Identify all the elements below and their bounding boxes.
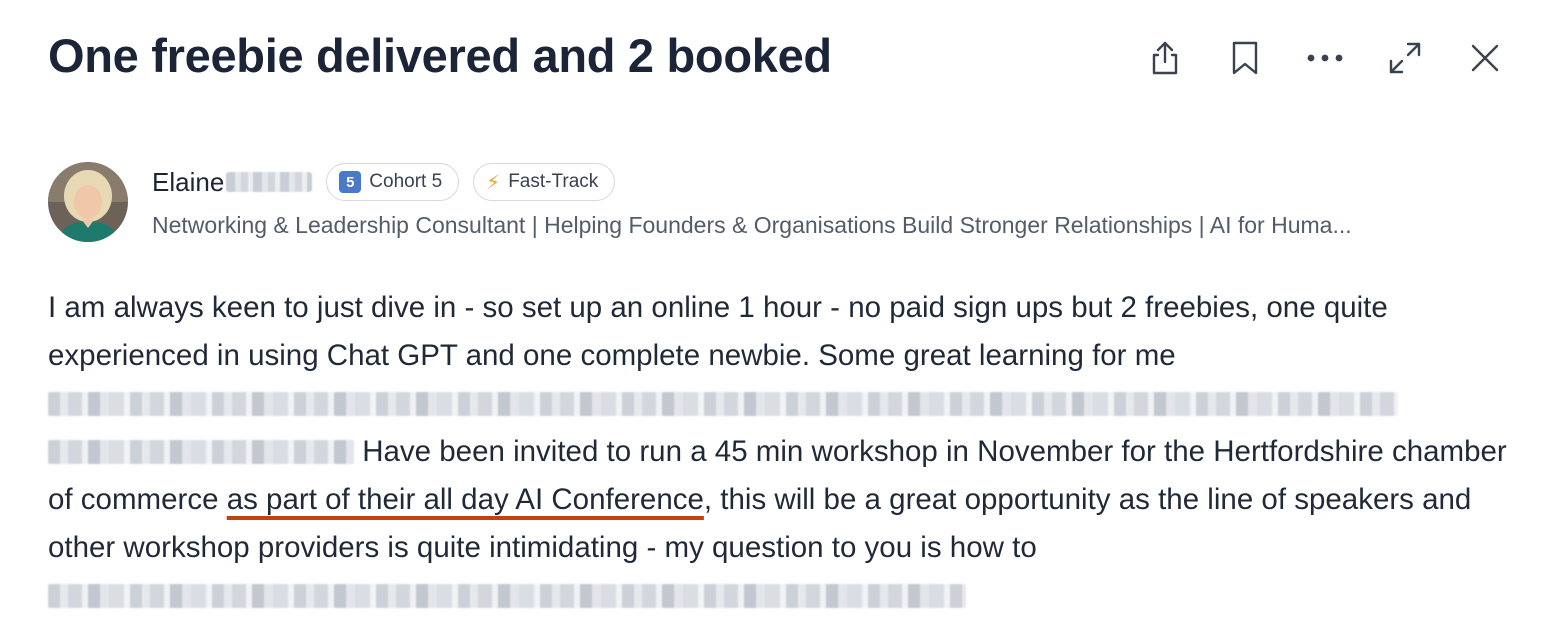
more-button[interactable] (1304, 36, 1346, 80)
fast-track-badge[interactable]: ⚡ Fast-Track (473, 163, 616, 201)
cohort-badge[interactable]: 5 Cohort 5 (326, 163, 460, 201)
lightning-icon: ⚡ (486, 171, 501, 194)
more-icon (1307, 54, 1343, 62)
cohort-label: Cohort 5 (369, 171, 443, 192)
author-line: Elaine 5 Cohort 5 ⚡ Fast-Track (152, 162, 616, 202)
redacted-surname (226, 172, 313, 192)
cohort-number: 5 (339, 171, 362, 193)
redacted-text (48, 584, 966, 608)
body-text-1: I am always keen to just dive in - so se… (48, 291, 1388, 372)
redacted-text (48, 392, 1398, 416)
share-icon (1152, 41, 1178, 75)
post-body: I am always keen to just dive in - so se… (48, 284, 1508, 620)
fast-track-label: Fast-Track (508, 171, 599, 192)
author-headline: Networking & Leadership Consultant | Hel… (152, 212, 1352, 238)
close-button[interactable] (1464, 36, 1506, 80)
close-icon (1471, 44, 1499, 72)
expand-icon (1389, 42, 1421, 74)
redacted-text (48, 440, 354, 464)
post-title: One freebie delivered and 2 booked (48, 29, 832, 82)
post-actions (1144, 36, 1506, 80)
post-view: One freebie delivered and 2 booked Elain… (0, 0, 1550, 623)
author-name[interactable]: Elaine (152, 166, 313, 198)
author-first-name: Elaine (152, 166, 225, 197)
expand-button[interactable] (1384, 36, 1426, 80)
bookmark-button[interactable] (1224, 36, 1266, 80)
share-button[interactable] (1144, 36, 1186, 80)
highlighted-phrase[interactable]: as part of their all day AI Conference (227, 483, 704, 516)
avatar[interactable] (48, 162, 128, 242)
bookmark-icon (1232, 41, 1258, 75)
author-block: Elaine 5 Cohort 5 ⚡ Fast-Track Networkin… (48, 162, 1510, 246)
